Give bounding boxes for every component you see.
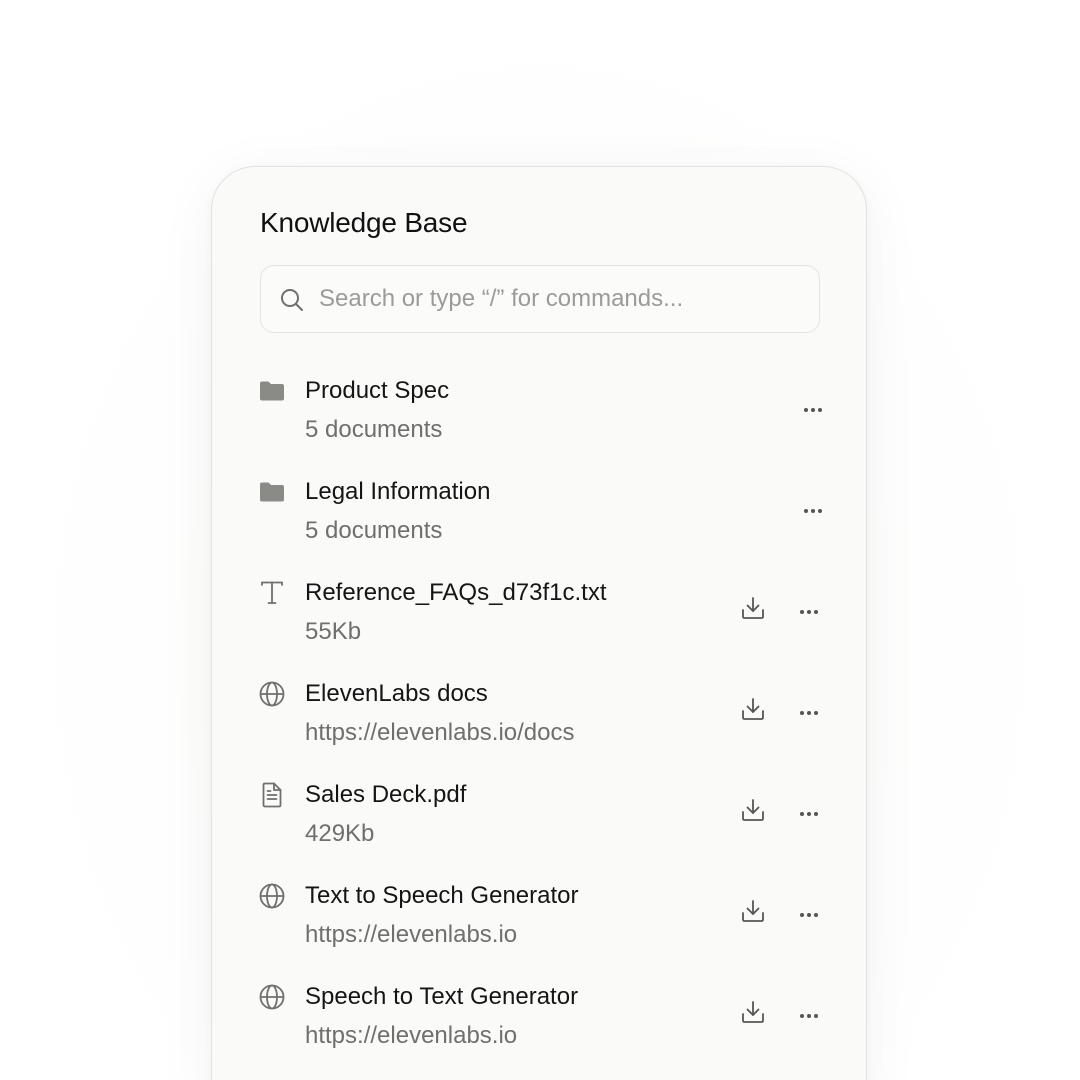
item-meta: 5 documents [305, 416, 443, 443]
list-item[interactable]: Legal Information 5 documents [212, 468, 868, 569]
list-item[interactable]: Speech to Text Generator https://elevenl… [212, 973, 868, 1074]
list-item[interactable]: Text to Speech Generator https://elevenl… [212, 872, 868, 973]
page: Knowledge Base Product Spec 5 document [0, 0, 1080, 1080]
search-box[interactable] [260, 265, 820, 333]
more-options-icon[interactable] [798, 496, 828, 526]
item-name: Reference_FAQs_d73f1c.txt [305, 579, 607, 606]
item-meta: 5 documents [305, 517, 443, 544]
panel-title: Knowledge Base [260, 207, 468, 238]
item-meta: 55Kb [305, 618, 362, 645]
document-icon [258, 781, 286, 809]
item-meta: https://elevenlabs.io [305, 921, 518, 948]
item-meta: https://elevenlabs.io/docs [305, 719, 575, 746]
globe-icon [258, 983, 286, 1011]
list-item[interactable]: Sales Deck.pdf 429Kb [212, 771, 868, 872]
item-name: Legal Information [305, 478, 491, 505]
more-options-icon[interactable] [794, 799, 824, 829]
item-name: Text to Speech Generator [305, 882, 579, 909]
item-meta: 429Kb [305, 820, 375, 847]
knowledge-base-panel: Knowledge Base Product Spec 5 document [211, 166, 867, 1080]
list-item[interactable]: ElevenLabs docs https://elevenlabs.io/do… [212, 670, 868, 771]
folder-icon [258, 377, 286, 405]
item-name: Product Spec [305, 377, 450, 404]
download-icon[interactable] [738, 997, 768, 1027]
item-name: Sales Deck.pdf [305, 781, 467, 808]
list-item[interactable]: Reference_FAQs_d73f1c.txt 55Kb [212, 569, 868, 670]
search-input[interactable] [319, 266, 809, 331]
more-options-icon[interactable] [794, 900, 824, 930]
search-icon [279, 287, 305, 313]
globe-icon [258, 680, 286, 708]
folder-icon [258, 478, 286, 506]
more-options-icon[interactable] [794, 1001, 824, 1031]
item-name: Speech to Text Generator [305, 983, 579, 1010]
text-file-icon [258, 579, 286, 607]
list-item[interactable]: Product Spec 5 documents [212, 367, 868, 468]
download-icon[interactable] [738, 795, 768, 825]
item-meta: https://elevenlabs.io [305, 1022, 518, 1049]
download-icon[interactable] [738, 896, 768, 926]
knowledge-base-list: Product Spec 5 documents Legal Informati… [212, 367, 868, 1074]
download-icon[interactable] [738, 593, 768, 623]
item-name: ElevenLabs docs [305, 680, 488, 707]
more-options-icon[interactable] [794, 597, 824, 627]
more-options-icon[interactable] [794, 698, 824, 728]
more-options-icon[interactable] [798, 395, 828, 425]
download-icon[interactable] [738, 694, 768, 724]
globe-icon [258, 882, 286, 910]
